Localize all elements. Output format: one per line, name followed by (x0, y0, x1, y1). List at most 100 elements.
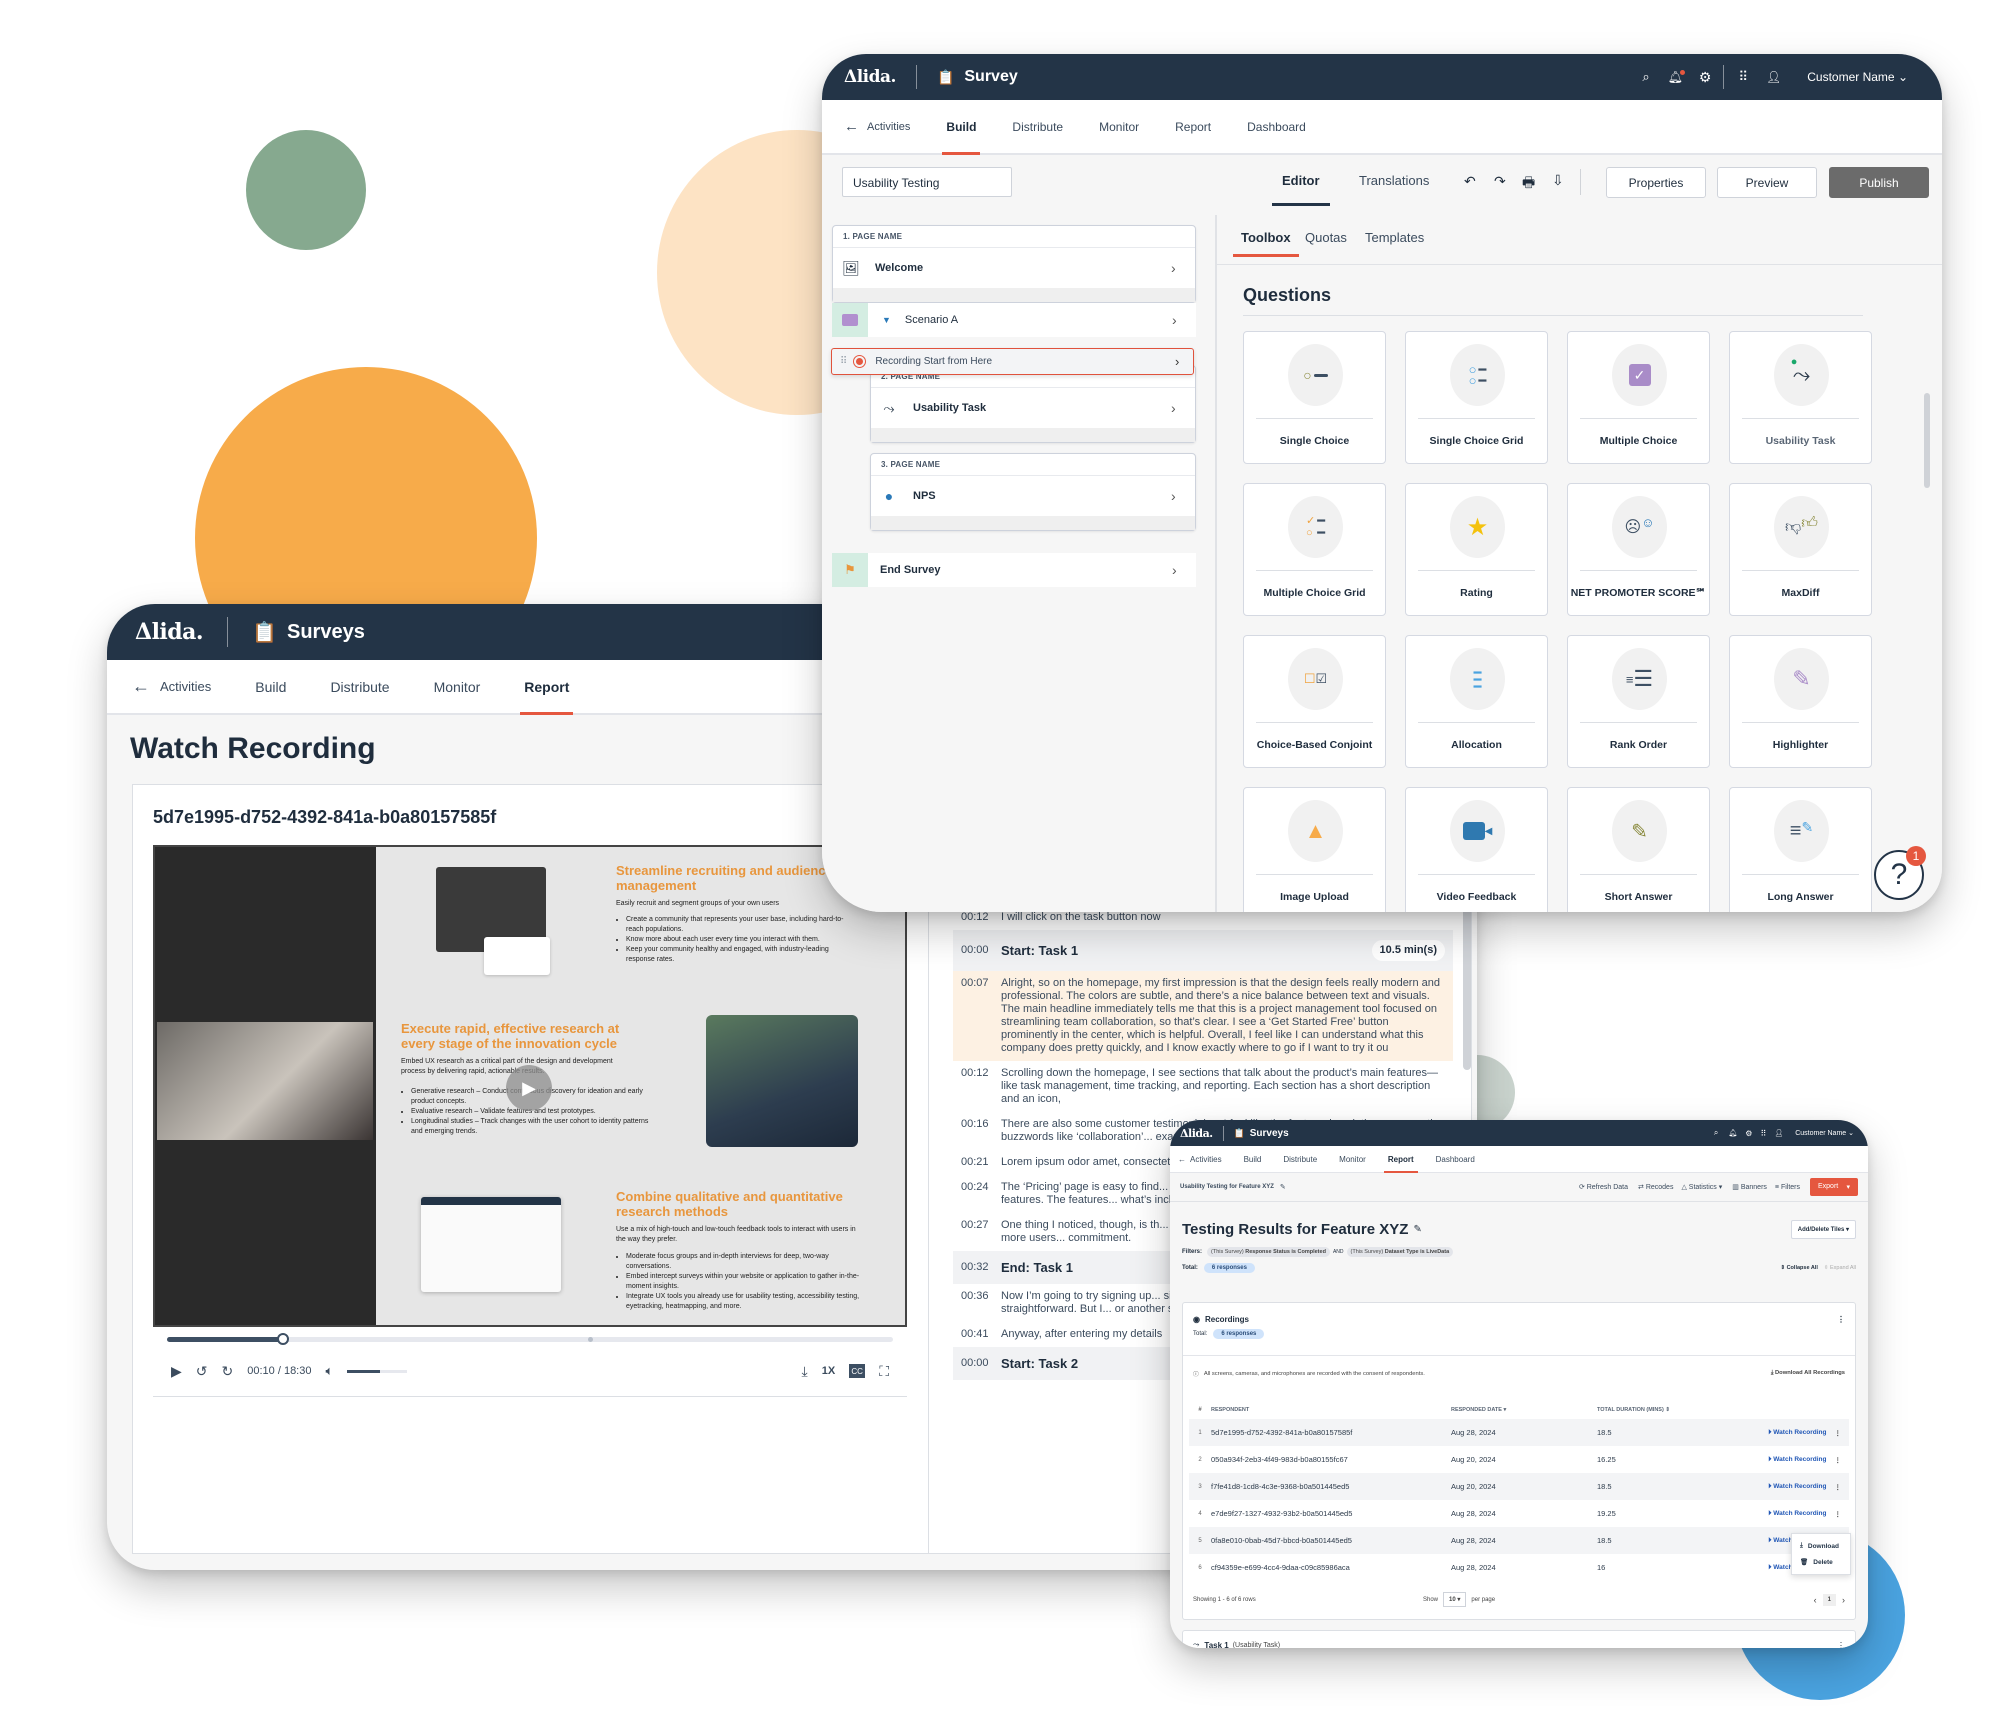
caret-down-icon[interactable]: ▼ (882, 315, 891, 325)
more-vertical-icon[interactable]: ⋮ (1835, 1456, 1842, 1464)
download-icon[interactable]: ⤓ (802, 1363, 808, 1380)
question-type-tile[interactable]: ○ Single Choice (1243, 331, 1386, 464)
user-icon[interactable]: 👤︎ (1766, 70, 1781, 84)
sort-icon[interactable]: ⇕ (1664, 1407, 1670, 1413)
filter-chip[interactable]: (This Survey) Dataset Type is LiveData (1346, 1247, 1454, 1257)
expand-all-button[interactable]: ⇳ Expand All (1824, 1265, 1856, 1271)
tab-templates[interactable]: Templates (1365, 230, 1424, 245)
next-page-button[interactable]: › (1842, 1595, 1845, 1605)
playback-speed[interactable]: 1X (822, 1365, 835, 1377)
filter-chip[interactable]: (This Survey) Response Status is Complet… (1207, 1247, 1330, 1257)
download-all-button[interactable]: ⤓ Download All Recordings (1771, 1370, 1845, 1377)
user-menu[interactable]: Customer Name ⌄ (1807, 70, 1908, 84)
nav-monitor[interactable]: Monitor (1099, 100, 1139, 153)
page-card-welcome[interactable]: 1. PAGE NAME 🖼︎ Welcome › (832, 225, 1196, 303)
bell-icon[interactable]: 🔔︎ (1728, 1129, 1737, 1137)
add-delete-tiles-button[interactable]: Add/Delete Tiles ▾ (1790, 1220, 1856, 1239)
video-player[interactable]: Streamline recruiting and audience manag… (153, 845, 907, 1327)
nav-report[interactable]: Report (520, 660, 574, 715)
drag-handle-icon[interactable]: ⠿ (840, 356, 847, 367)
search-icon[interactable]: ⌕ (1714, 1128, 1718, 1138)
nav-distribute[interactable]: Distribute (330, 660, 389, 713)
question-type-tile[interactable]: ≡ ☰ Rank Order (1567, 635, 1710, 768)
nav-report[interactable]: Report (1175, 100, 1211, 153)
print-icon[interactable]: 🖶 (1522, 172, 1535, 196)
per-page-select[interactable]: 10 ▾ (1443, 1592, 1467, 1607)
question-type-tile[interactable]: ✎ Short Answer (1567, 787, 1710, 912)
more-vertical-icon[interactable]: ⋮ (1837, 1315, 1845, 1324)
question-type-tile[interactable]: ★ Rating (1405, 483, 1548, 616)
more-vertical-icon[interactable]: ⋮ (1835, 1429, 1842, 1437)
nav-monitor[interactable]: Monitor (434, 660, 481, 713)
recording-start-marker[interactable]: ⠿ Recording Start from Here › (831, 348, 1194, 375)
rewind-10-icon[interactable]: ↺ (196, 1363, 208, 1380)
question-type-tile[interactable]: ✓ Multiple Choice (1567, 331, 1710, 464)
nav-back-activities[interactable]: ← Activities (844, 100, 910, 153)
question-type-tile[interactable]: ⤳ ● Usability Task (1729, 331, 1872, 464)
seek-bar[interactable] (167, 1333, 893, 1345)
nav-monitor[interactable]: Monitor (1339, 1146, 1366, 1172)
end-survey-row[interactable]: ⚑ End Survey › (832, 553, 1196, 587)
nav-build[interactable]: Build (942, 100, 981, 155)
menu-item-delete[interactable]: 🗑︎ Delete (1792, 1554, 1850, 1570)
forward-10-icon[interactable]: ↻ (222, 1363, 234, 1380)
nav-back-activities[interactable]: ← Activities (1178, 1146, 1222, 1172)
question-type-tile[interactable]: ◀ Video Feedback (1405, 787, 1548, 912)
column-header[interactable]: TOTAL DURATION (MINS) ⇕ (1597, 1407, 1742, 1413)
menu-item-download[interactable]: ⤓ Download (1792, 1538, 1850, 1554)
question-type-tile[interactable]: 👎︎ 👍︎ MaxDiff (1729, 483, 1872, 616)
page-card-usability-task[interactable]: 2. PAGE NAME ⤳ Usability Task › (870, 365, 1196, 443)
watch-recording-link[interactable]: ⏵ Watch Recording (1768, 1429, 1826, 1437)
nav-dashboard[interactable]: Dashboard (1247, 100, 1306, 153)
edit-icon[interactable]: ✎ (1413, 1224, 1421, 1235)
watch-recording-link[interactable]: ⏵ Watch Recording (1768, 1510, 1826, 1518)
watch-recording-link[interactable]: ⏵ Watch Recording (1768, 1483, 1826, 1491)
gear-icon[interactable]: ⚙ (1699, 69, 1712, 86)
nav-back-activities[interactable]: ← Activities (132, 660, 211, 713)
watch-recording-link[interactable]: ⏵ Watch Recording (1768, 1456, 1826, 1464)
question-type-tile[interactable]: ✓ ○ ━ ━ Multiple Choice Grid (1243, 483, 1386, 616)
transcript-line[interactable]: 00:12 Scrolling down the homepage, I see … (953, 1061, 1453, 1112)
transcript-task-marker[interactable]: 00:00 Start: Task 1 10.5 min(s) (953, 930, 1453, 971)
question-type-tile[interactable]: ☐ ☑ Choice-Based Conjoint (1243, 635, 1386, 768)
question-type-tile[interactable]: ✎ Highlighter (1729, 635, 1872, 768)
recodes-button[interactable]: ⇄ Recodes (1638, 1183, 1673, 1191)
page-card-nps[interactable]: 3. PAGE NAME ● NPS › (870, 453, 1196, 531)
user-icon[interactable]: 👤︎ (1774, 1129, 1783, 1137)
more-vertical-icon[interactable]: ⋮ (1837, 1641, 1845, 1649)
volume-icon[interactable]: 🔈︎ (325, 1363, 333, 1379)
preview-button[interactable]: Preview (1717, 167, 1817, 198)
question-type-tile[interactable]: ≡ ✎ Long Answer (1729, 787, 1872, 912)
captions-off-icon[interactable]: CC (849, 1364, 866, 1378)
nav-distribute[interactable]: Distribute (1012, 100, 1063, 153)
question-type-tile[interactable]: ━ ━ ━ Allocation (1405, 635, 1548, 768)
toolbox-scrollbar[interactable] (1924, 393, 1930, 488)
nav-report[interactable]: Report (1383, 1146, 1418, 1173)
question-type-tile[interactable]: ▲ Image Upload (1243, 787, 1386, 912)
redo-icon[interactable]: ↷ (1494, 173, 1506, 190)
question-type-tile[interactable]: ☹ ☺ NET PROMOTER SCORE℠ (1567, 483, 1710, 616)
task-tile[interactable]: ⤳ Task 1 (Usability Task) ⋮ (1182, 1630, 1856, 1648)
question-type-tile[interactable]: ○ ○ ━ ━ Single Choice Grid (1405, 331, 1548, 464)
fullscreen-icon[interactable]: ⛶ (879, 1363, 889, 1380)
nav-distribute[interactable]: Distribute (1283, 1146, 1317, 1172)
bell-icon[interactable]: 🔔︎ (1668, 70, 1685, 84)
tab-editor[interactable]: Editor (1272, 173, 1330, 206)
apps-grid-icon[interactable]: ⠿ (1738, 69, 1748, 85)
tab-translations[interactable]: Translations (1359, 173, 1429, 188)
tab-quotas[interactable]: Quotas (1305, 230, 1347, 245)
statistics-button[interactable]: △ Statistics ▾ (1681, 1183, 1722, 1191)
edit-icon[interactable]: ✎ (1280, 1183, 1286, 1191)
help-button[interactable]: ? 1 (1874, 846, 1926, 900)
sort-desc-icon[interactable]: ▾ (1502, 1407, 1506, 1413)
scenario-group[interactable]: ▼ Scenario A › (832, 303, 1196, 337)
more-vertical-icon[interactable]: ⋮ (1835, 1483, 1842, 1491)
properties-button[interactable]: Properties (1606, 167, 1706, 198)
play-overlay-button[interactable]: ▶ (506, 1065, 552, 1111)
banners-button[interactable]: ▥ Banners (1732, 1183, 1767, 1191)
column-header[interactable]: RESPONDED DATE ▾ (1451, 1407, 1597, 1413)
tab-toolbox[interactable]: Toolbox (1233, 230, 1299, 257)
more-vertical-icon[interactable]: ⋮ (1835, 1510, 1842, 1518)
search-icon[interactable]: ⌕ (1642, 69, 1649, 85)
refresh-data-button[interactable]: ⟳ Refresh Data (1579, 1183, 1628, 1191)
